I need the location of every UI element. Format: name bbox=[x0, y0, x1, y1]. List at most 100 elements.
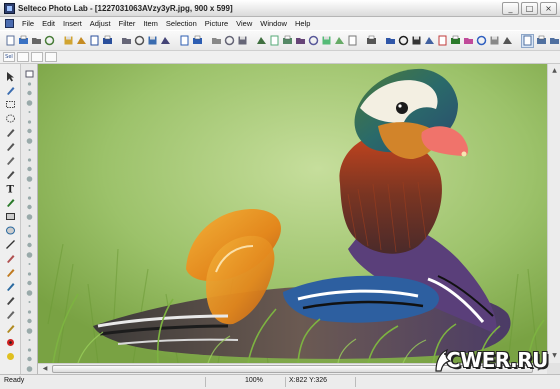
zoom-in-icon[interactable] bbox=[536, 34, 547, 48]
menu-help[interactable]: Help bbox=[291, 19, 314, 28]
channels-icon[interactable] bbox=[476, 34, 487, 48]
menu-filter[interactable]: Filter bbox=[115, 19, 140, 28]
brush-size-option[interactable] bbox=[25, 336, 34, 344]
cut-icon[interactable] bbox=[211, 34, 222, 48]
undo-icon[interactable] bbox=[179, 34, 190, 48]
distort-icon[interactable] bbox=[321, 34, 332, 48]
brush-size-option[interactable] bbox=[25, 146, 34, 154]
redo-icon[interactable] bbox=[192, 34, 203, 48]
scan-icon[interactable] bbox=[121, 34, 132, 48]
brush-size-option[interactable] bbox=[25, 184, 34, 192]
close-button[interactable]: × bbox=[540, 2, 557, 15]
menu-edit[interactable]: Edit bbox=[38, 19, 59, 28]
pointer-icon[interactable] bbox=[4, 70, 17, 82]
zoom-out-icon[interactable] bbox=[549, 34, 560, 48]
print-icon[interactable] bbox=[31, 34, 42, 48]
brush-size-option[interactable] bbox=[25, 127, 34, 135]
brush-size-option[interactable] bbox=[25, 317, 34, 325]
brush-size-option[interactable] bbox=[25, 222, 34, 230]
clone-stamp-icon[interactable] bbox=[4, 168, 17, 180]
print-preview-icon[interactable] bbox=[44, 34, 55, 48]
ruler-icon[interactable] bbox=[4, 322, 17, 334]
magic-wand-icon[interactable] bbox=[4, 154, 17, 166]
pen-icon[interactable] bbox=[4, 196, 17, 208]
brush-size-option[interactable] bbox=[25, 108, 34, 116]
brush-size-option[interactable] bbox=[25, 80, 34, 88]
scroll-left-icon[interactable]: ◀ bbox=[39, 364, 51, 374]
menu-view[interactable]: View bbox=[232, 19, 256, 28]
levels-icon[interactable] bbox=[411, 34, 422, 48]
align-icon[interactable] bbox=[308, 34, 319, 48]
freeform-select-icon[interactable] bbox=[4, 140, 17, 152]
contrast-icon[interactable] bbox=[398, 34, 409, 48]
fill-bucket-icon[interactable] bbox=[4, 266, 17, 278]
brush-size-option[interactable] bbox=[25, 203, 34, 211]
brush-size-option[interactable] bbox=[25, 213, 34, 221]
gradient-icon[interactable] bbox=[489, 34, 500, 48]
save-icon[interactable] bbox=[89, 34, 100, 48]
add-mode-button[interactable] bbox=[17, 52, 29, 62]
menu-window[interactable]: Window bbox=[256, 19, 291, 28]
hue-icon[interactable] bbox=[450, 34, 461, 48]
color-picker-icon[interactable] bbox=[4, 350, 17, 362]
transform-icon[interactable] bbox=[334, 34, 345, 48]
brush-size-option[interactable] bbox=[25, 308, 34, 316]
rect-select-icon[interactable] bbox=[4, 98, 17, 110]
eraser-icon[interactable] bbox=[4, 252, 17, 264]
scroll-up-icon[interactable]: ▲ bbox=[549, 65, 560, 77]
brush-size-option[interactable] bbox=[25, 279, 34, 287]
brush-size-option[interactable] bbox=[25, 346, 34, 354]
ellipse-icon[interactable] bbox=[4, 224, 17, 236]
intersect-mode-button[interactable] bbox=[45, 52, 57, 62]
folder-open-icon[interactable] bbox=[76, 34, 87, 48]
maximize-button[interactable]: □ bbox=[521, 2, 538, 15]
rotate-icon[interactable] bbox=[282, 34, 293, 48]
paste-icon[interactable] bbox=[237, 34, 248, 48]
zoom-fit-icon[interactable] bbox=[521, 33, 534, 48]
brightness-icon[interactable] bbox=[385, 34, 396, 48]
color-balance-icon[interactable] bbox=[437, 34, 448, 48]
menu-picture[interactable]: Picture bbox=[201, 19, 232, 28]
smudge-icon[interactable] bbox=[4, 308, 17, 320]
picture-icon[interactable] bbox=[424, 34, 435, 48]
document-menu-icon[interactable] bbox=[5, 19, 14, 28]
brush-size-option[interactable] bbox=[25, 260, 34, 268]
text-icon[interactable] bbox=[366, 34, 377, 48]
open-icon[interactable] bbox=[18, 34, 29, 48]
red-eye-icon[interactable] bbox=[4, 336, 17, 348]
brush-size-option[interactable] bbox=[25, 137, 34, 145]
flip-icon[interactable] bbox=[295, 34, 306, 48]
brush-size-option[interactable] bbox=[25, 99, 34, 107]
save-as-icon[interactable] bbox=[102, 34, 113, 48]
brush-size-selected[interactable] bbox=[25, 70, 34, 78]
text-tool-icon[interactable]: T bbox=[4, 182, 17, 194]
folder-icon[interactable] bbox=[63, 34, 74, 48]
brush-size-option[interactable] bbox=[25, 270, 34, 278]
zoom-search-icon[interactable] bbox=[160, 34, 171, 48]
menu-item[interactable]: Item bbox=[139, 19, 162, 28]
email-icon[interactable] bbox=[147, 34, 158, 48]
resize-icon[interactable] bbox=[269, 34, 280, 48]
brush-size-option[interactable] bbox=[25, 118, 34, 126]
brush-size-option[interactable] bbox=[25, 156, 34, 164]
move-icon[interactable] bbox=[4, 84, 17, 96]
zoom-tool-icon[interactable] bbox=[4, 280, 17, 292]
camera-icon[interactable] bbox=[134, 34, 145, 48]
brush-size-option[interactable] bbox=[25, 355, 34, 363]
brush-size-option[interactable] bbox=[25, 251, 34, 259]
minimize-button[interactable]: _ bbox=[502, 2, 519, 15]
menu-selection[interactable]: Selection bbox=[162, 19, 201, 28]
rectangle-icon[interactable] bbox=[4, 210, 17, 222]
effects-icon[interactable] bbox=[502, 34, 513, 48]
menu-insert[interactable]: Insert bbox=[59, 19, 86, 28]
brush-size-option[interactable] bbox=[25, 327, 34, 335]
subtract-mode-button[interactable] bbox=[31, 52, 43, 62]
brush-size-option[interactable] bbox=[25, 194, 34, 202]
brush-size-option[interactable] bbox=[25, 289, 34, 297]
brush-size-option[interactable] bbox=[25, 365, 34, 373]
menu-file[interactable]: File bbox=[18, 19, 38, 28]
lasso-icon[interactable] bbox=[4, 126, 17, 138]
brush-size-option[interactable] bbox=[25, 175, 34, 183]
copy-icon[interactable] bbox=[224, 34, 235, 48]
image-canvas[interactable] bbox=[38, 64, 547, 363]
